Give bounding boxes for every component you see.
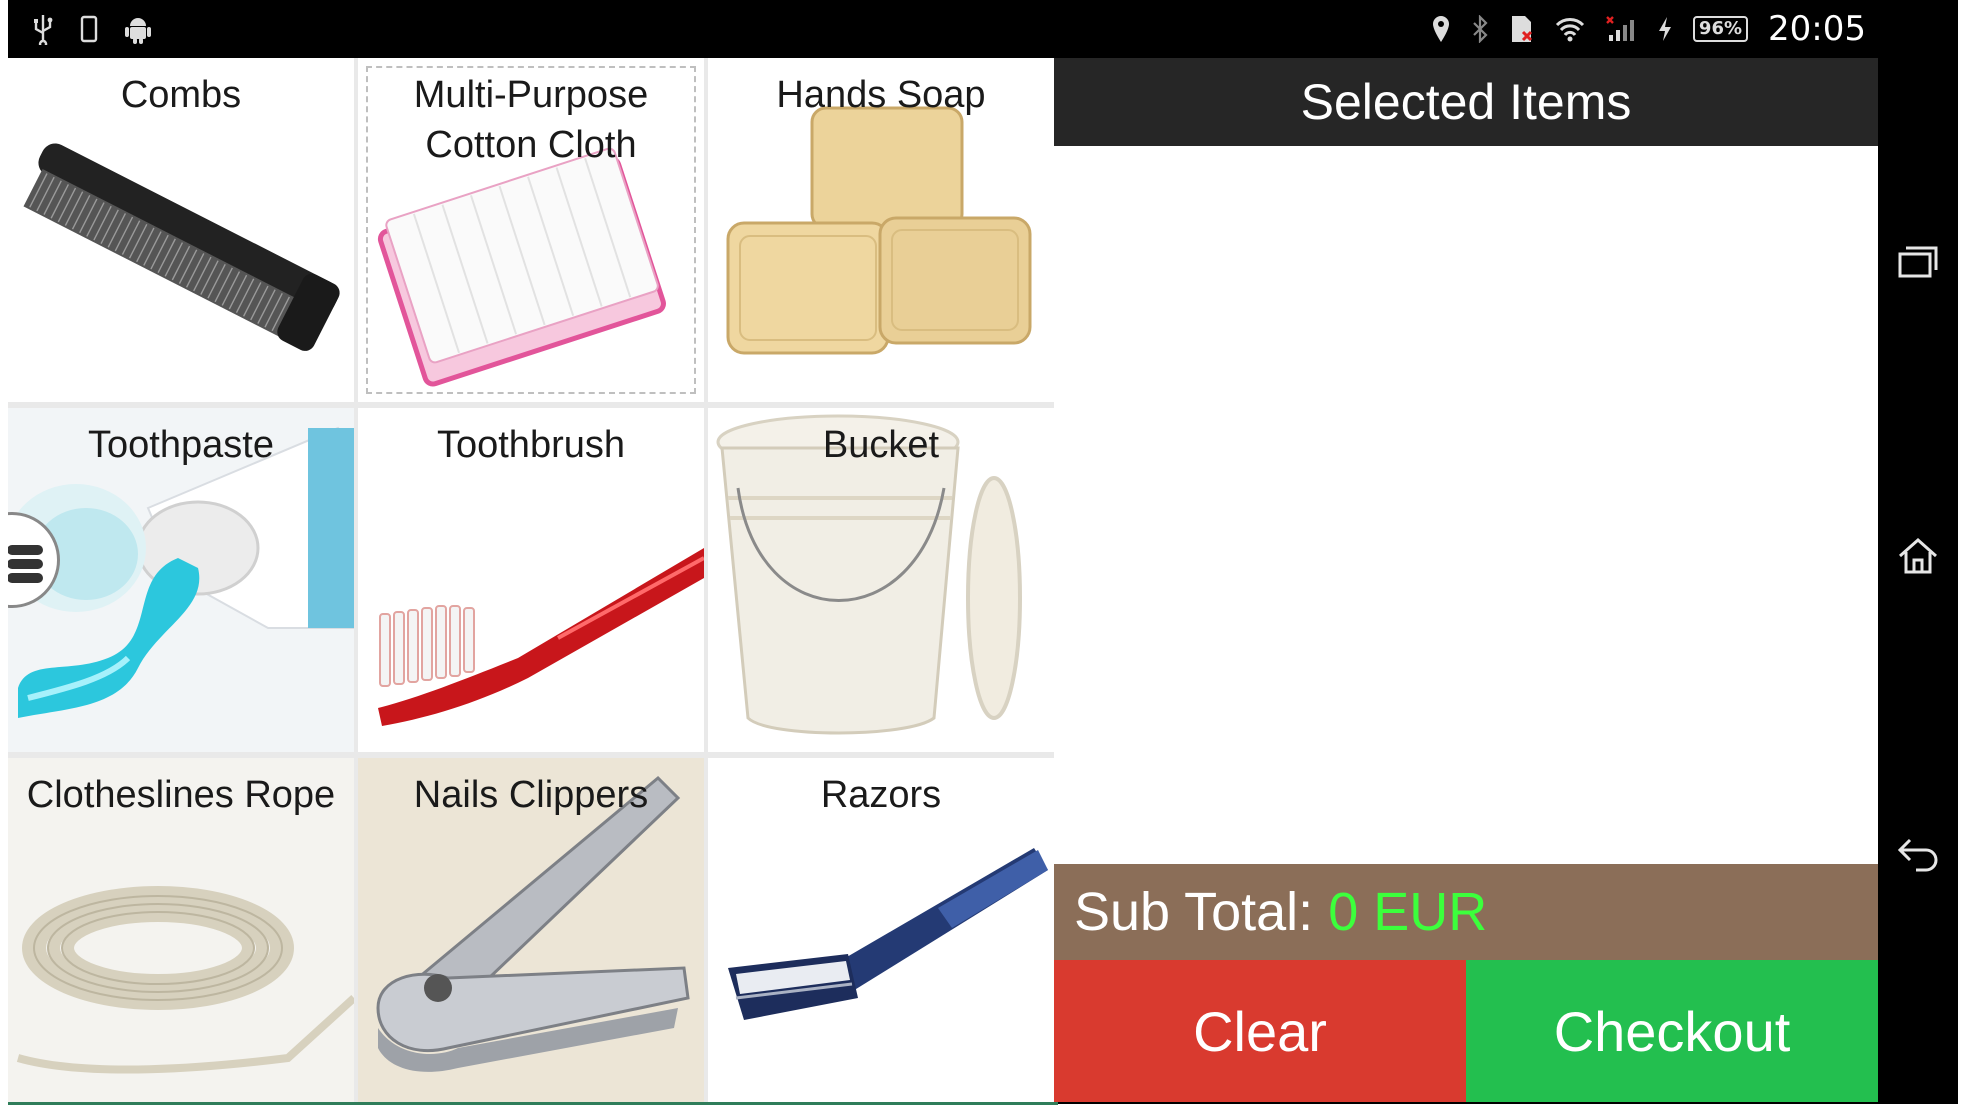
- bluetooth-icon: [1471, 15, 1489, 43]
- product-tile-nails-clippers[interactable]: Nails Clippers: [358, 758, 704, 1102]
- product-label: Bucket: [822, 424, 940, 466]
- usb-icon: [32, 13, 54, 45]
- product-tile-cotton-cloth[interactable]: Multi-Purpose Cotton Cloth: [358, 58, 704, 402]
- battery-level: 96%: [1692, 16, 1749, 42]
- recent-apps-icon[interactable]: [1892, 236, 1944, 288]
- product-tile-toothbrush[interactable]: Toothbrush: [358, 408, 704, 752]
- product-tile-hands-soap[interactable]: Hands Soap: [708, 58, 1054, 402]
- product-tile-razors[interactable]: Razors: [708, 758, 1054, 1102]
- wifi-icon: [1555, 16, 1585, 42]
- product-label: Clotheslines Rope: [26, 774, 336, 816]
- subtotal-value: 0 EUR: [1328, 882, 1488, 942]
- location-icon: [1431, 14, 1451, 44]
- subtotal-bar: Sub Total: 0 EUR: [1054, 864, 1878, 960]
- charging-icon: [1657, 15, 1673, 43]
- subtotal-label: Sub Total:: [1074, 882, 1314, 942]
- product-tile-combs[interactable]: Combs: [8, 58, 354, 402]
- sim-icon: [1509, 14, 1535, 44]
- selected-items-panel: Selected Items Sub Total: 0 EUR Clear Ch…: [1054, 58, 1878, 1102]
- selected-items-list[interactable]: [1054, 146, 1878, 864]
- android-icon: [124, 14, 152, 44]
- navigation-bar: [1878, 0, 1958, 1104]
- product-label: Hands Soap: [776, 74, 986, 116]
- clock: 20:05: [1768, 9, 1866, 49]
- product-label: Toothbrush: [436, 424, 625, 466]
- device-screen: 96% 20:05 Combs Multi-Purpose Cotton Clo…: [8, 0, 1882, 1104]
- checkout-button[interactable]: Checkout: [1466, 960, 1878, 1102]
- phone-icon: [80, 15, 98, 43]
- bottom-divider: [8, 1102, 1058, 1105]
- product-label: Multi-Purpose Cotton Cloth: [413, 74, 649, 166]
- signal-icon: [1605, 15, 1637, 43]
- home-icon[interactable]: [1892, 530, 1944, 582]
- clear-button[interactable]: Clear: [1054, 960, 1466, 1102]
- product-label: Razors: [820, 774, 942, 816]
- back-icon[interactable]: [1892, 826, 1944, 878]
- product-tile-clotheslines-rope[interactable]: Clotheslines Rope: [8, 758, 354, 1102]
- panel-title: Selected Items: [1054, 58, 1878, 146]
- product-label: Combs: [120, 74, 242, 116]
- product-tile-bucket[interactable]: Bucket: [708, 408, 1054, 752]
- product-tile-toothpaste[interactable]: Toothpaste: [8, 408, 354, 752]
- product-grid: Combs Multi-Purpose Cotton Cloth Hands S…: [8, 58, 1054, 1102]
- status-bar: 96% 20:05: [8, 0, 1882, 58]
- product-label: Nails Clippers: [413, 774, 649, 816]
- product-label: Toothpaste: [88, 424, 274, 466]
